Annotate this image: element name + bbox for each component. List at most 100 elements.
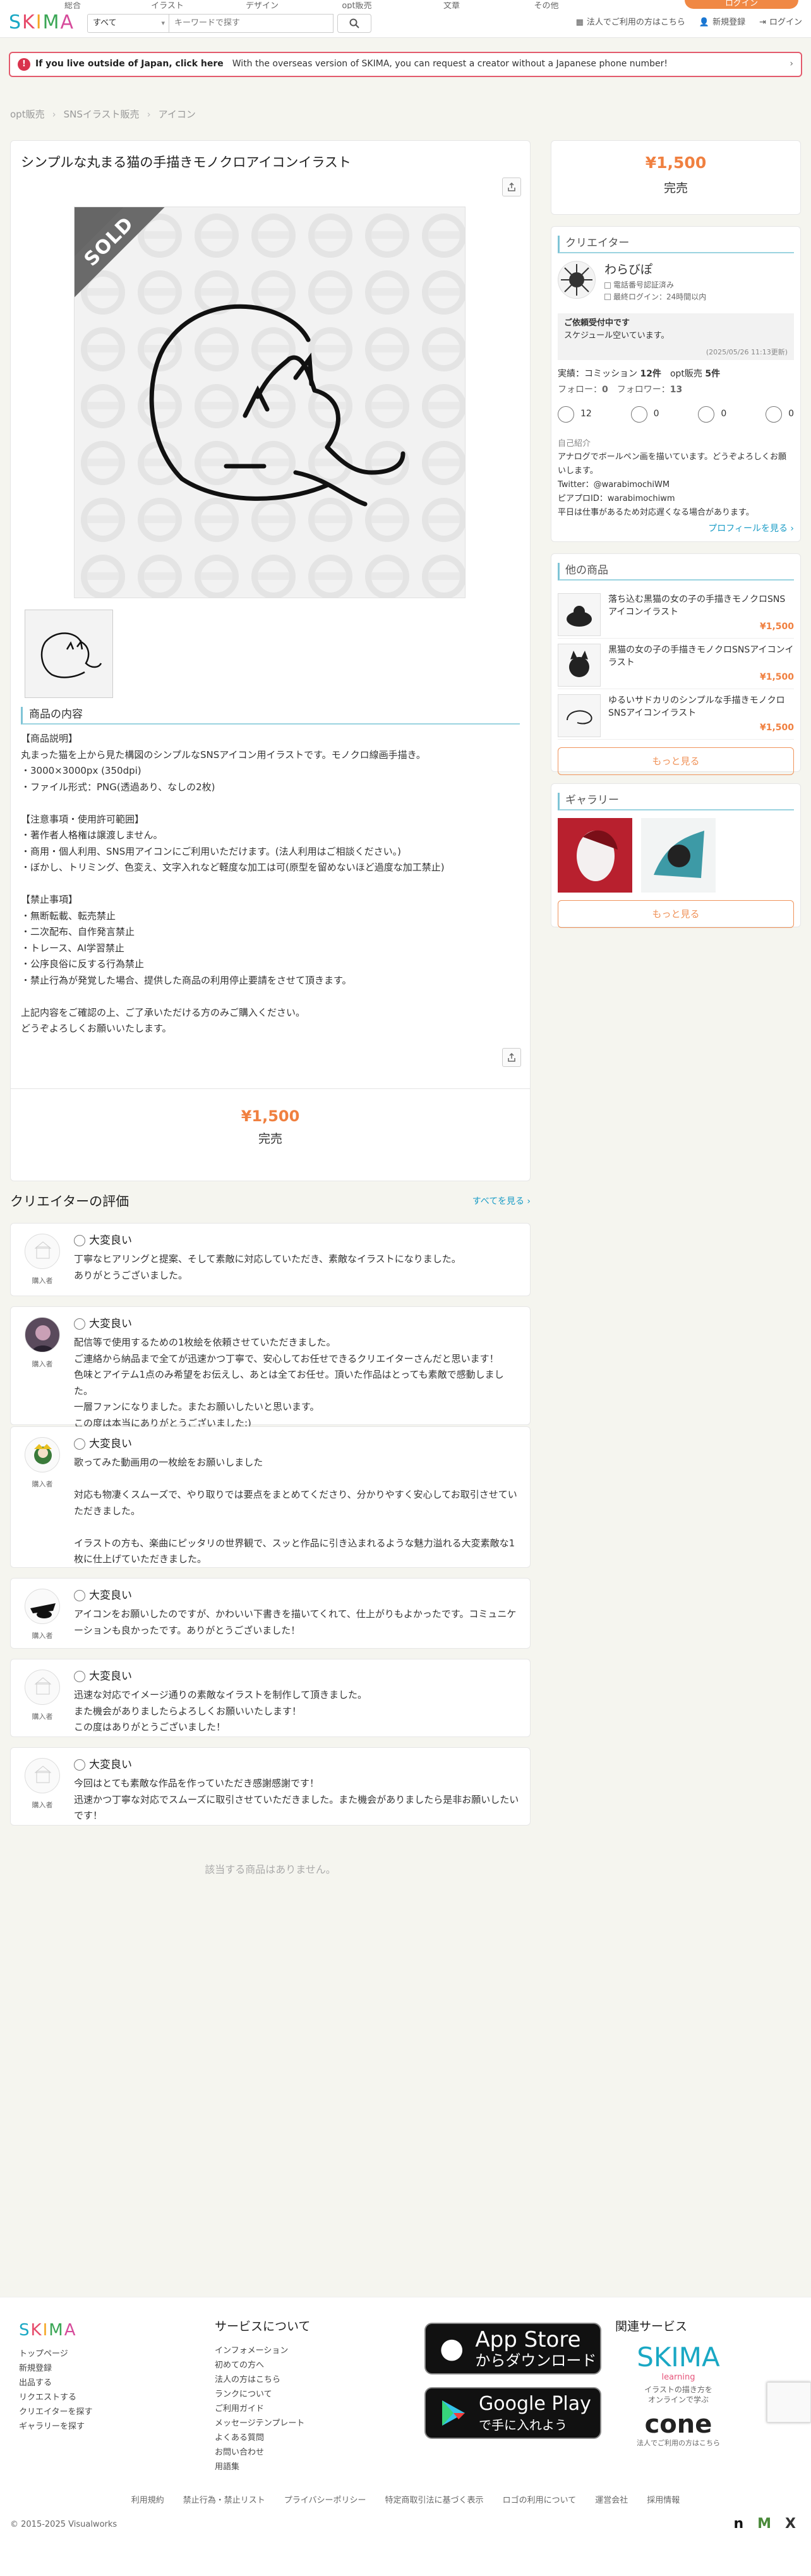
login-pill-button[interactable]: ログイン [685, 0, 798, 9]
recaptcha-badge [767, 2382, 811, 2423]
register-link[interactable]: 👤 新規登録 [699, 16, 745, 29]
breadcrumb-item: アイコン [158, 109, 196, 120]
mixi-icon[interactable]: M [757, 2513, 771, 2535]
accept-date: (2025/05/26 11:13更新) [706, 347, 788, 356]
footer-link[interactable]: 運営会社 [595, 2495, 628, 2507]
skima-learning-link[interactable]: SKIMA learning イラストの描き方を オンラインで学ぶ [615, 2344, 742, 2404]
rating-good: 0 [630, 406, 659, 423]
review-text: 歌ってみた動画用の一枚絵をお願いしました 対応も物凄くスムーズで、やり取りでは要… [74, 1457, 517, 1565]
other-product-item[interactable]: ゆるいサドカリのシンプルな手描きモノクロSNSアイコンイラスト ¥1,500 [558, 689, 794, 740]
footer-logo[interactable]: SKIMA [19, 2318, 88, 2343]
overseas-banner[interactable]: ! If you live outside of Japan, click he… [9, 52, 802, 77]
top-category-nav: 総合 イラスト デザイン opt販売 文章 その他 ログイン [0, 0, 811, 9]
footer-link[interactable]: 新規登録 [19, 2361, 92, 2376]
copyright: © 2015-2025 Visualworks [10, 2520, 117, 2529]
topnav-item[interactable]: イラスト [120, 2, 215, 9]
review-rating: 大変良い [74, 1436, 132, 1452]
footer-link[interactable]: リクエストする [19, 2390, 92, 2405]
topnav-item[interactable]: デザイン [215, 2, 309, 9]
footer-link[interactable]: インフォメーション [215, 2344, 310, 2358]
footer-link[interactable]: 禁止行為・禁止リスト [183, 2495, 265, 2507]
accepting-status: ご依頼受付中です スケジュール空いています。 (2025/05/26 11:13… [558, 313, 794, 360]
corporate-link[interactable]: ▦ 法人でご利用の方はこちら [576, 16, 685, 29]
search-bar: すべて [87, 13, 371, 33]
product-card: シンプルな丸まる猫の手描きモノクロアイコンイラスト SOLD 商品の内容 【商品… [10, 140, 531, 1181]
rating-very-bad: 0 [766, 406, 794, 423]
gallery-thumb[interactable] [558, 818, 632, 893]
empty-message: 該当する商品はありません。 [205, 1863, 336, 1875]
cone-link[interactable]: cone 法人でご利用の方はこちら [615, 2411, 742, 2448]
topnav-item[interactable]: 総合 [25, 2, 120, 9]
other-heading: 他の商品 [558, 563, 794, 581]
creator-heading: クリエイター [558, 236, 794, 253]
share-button[interactable] [502, 178, 521, 196]
reviewer-avatar [25, 1234, 60, 1269]
footer-link[interactable]: 出品する [19, 2376, 92, 2390]
topnav-item[interactable]: opt販売 [309, 2, 404, 9]
cat-thumbnail-image [40, 632, 102, 678]
side-price: ¥1,500 [645, 153, 707, 172]
app-store-badge[interactable]: ● App Store からダウンロード [424, 2323, 601, 2374]
more-products-button[interactable]: もっと見る [558, 747, 794, 775]
note-icon[interactable]: n [733, 2513, 743, 2535]
footer-link[interactable]: 初めての方へ [215, 2358, 310, 2373]
breadcrumb-item[interactable]: opt販売 [10, 107, 45, 122]
footer-link[interactable]: 法人の方はこちら [215, 2373, 310, 2387]
login-icon: ⇥ [759, 18, 766, 28]
footer-link[interactable]: メッセージテンプレート [215, 2416, 310, 2431]
footer-link[interactable]: 用語集 [215, 2460, 310, 2474]
footer-link[interactable]: 利用規約 [131, 2495, 164, 2507]
review-card: 購入者 大変良い アイコンをお願いしたのですが、かわいい下書きを描いてくれて、仕… [10, 1578, 531, 1649]
search-button[interactable] [337, 13, 371, 33]
footer-link[interactable]: トップページ [19, 2347, 92, 2361]
other-product-item[interactable]: 落ち込む黒猫の女の子の手描きモノクロSNSアイコンイラスト ¥1,500 [558, 588, 794, 639]
follow-stats: フォロー：0 フォロワー：13 [558, 385, 683, 395]
topnav-item[interactable]: 文章 [404, 2, 499, 9]
gallery-thumb[interactable] [641, 818, 716, 893]
more-gallery-button[interactable]: もっと見る [558, 900, 794, 928]
topnav-item[interactable]: その他 [499, 2, 594, 9]
footer-link[interactable]: お問い合わせ [215, 2445, 310, 2460]
gallery-box: ギャラリー もっと見る [551, 783, 801, 928]
product-main-image[interactable]: SOLD [74, 207, 466, 598]
last-login-badge: 最終ログイン：24時間以内 [604, 291, 706, 303]
footer-link[interactable]: ギャラリーを探す [19, 2419, 92, 2434]
login-link[interactable]: ⇥ ログイン [759, 16, 802, 29]
footer-link[interactable]: 特定商取引法に基づく表示 [385, 2495, 484, 2507]
other-product-price: ¥1,500 [759, 723, 794, 733]
footer-link[interactable]: ご利用ガイド [215, 2402, 310, 2416]
sad-face-icon [766, 406, 783, 423]
review-rating: 大変良い [74, 1232, 132, 1249]
category-select[interactable]: すべて [87, 13, 169, 33]
other-product-item[interactable]: 黒猫の女の子の手描きモノクロSNSアイコンイラスト ¥1,500 [558, 639, 794, 689]
rating-counts: 12 0 0 0 [558, 406, 794, 423]
social-links: n M X [733, 2513, 796, 2535]
product-status: 完売 [258, 1132, 282, 1146]
x-icon[interactable]: X [785, 2513, 796, 2535]
share-icon [508, 183, 515, 191]
smile-face-icon [74, 1590, 85, 1602]
main-column: シンプルな丸まる猫の手描きモノクロアイコンイラスト SOLD 商品の内容 【商品… [10, 140, 531, 1181]
google-play-badge[interactable]: Google Play で手に入れよう [424, 2387, 601, 2439]
creator-bio: アナログでボールペン画を描いています。どうぞよろしくお願いします。 Twitte… [558, 452, 787, 518]
footer-link[interactable]: よくある質問 [215, 2431, 310, 2445]
see-all-reviews-link[interactable]: すべてを見る › [472, 1191, 531, 1212]
creator-avatar[interactable] [558, 261, 596, 299]
clock-icon [604, 294, 611, 301]
share-button-bottom[interactable] [502, 1048, 521, 1067]
reviewer-type: 購入者 [32, 1801, 53, 1809]
product-thumbnail[interactable] [25, 610, 113, 698]
footer-link[interactable]: ランクについて [215, 2387, 310, 2402]
profile-link[interactable]: プロフィールを見る › [558, 522, 794, 536]
footer-link[interactable]: プライバシーポリシー [284, 2495, 366, 2507]
creator-stats: 実績：コミッション 12件 opt販売 5件 [558, 368, 721, 379]
creator-name[interactable]: わらびぽ [604, 261, 706, 279]
footer-link[interactable]: クリエイターを探す [19, 2405, 92, 2419]
footer-link[interactable]: ロゴの利用について [503, 2495, 577, 2507]
skima-logo[interactable]: SKIMA [9, 8, 78, 38]
search-input[interactable] [169, 13, 333, 33]
search-icon [349, 18, 359, 28]
breadcrumb-item[interactable]: SNSイラスト販売 [64, 107, 140, 122]
section-heading: 商品の内容 [21, 707, 520, 725]
footer-link[interactable]: 採用情報 [647, 2495, 680, 2507]
